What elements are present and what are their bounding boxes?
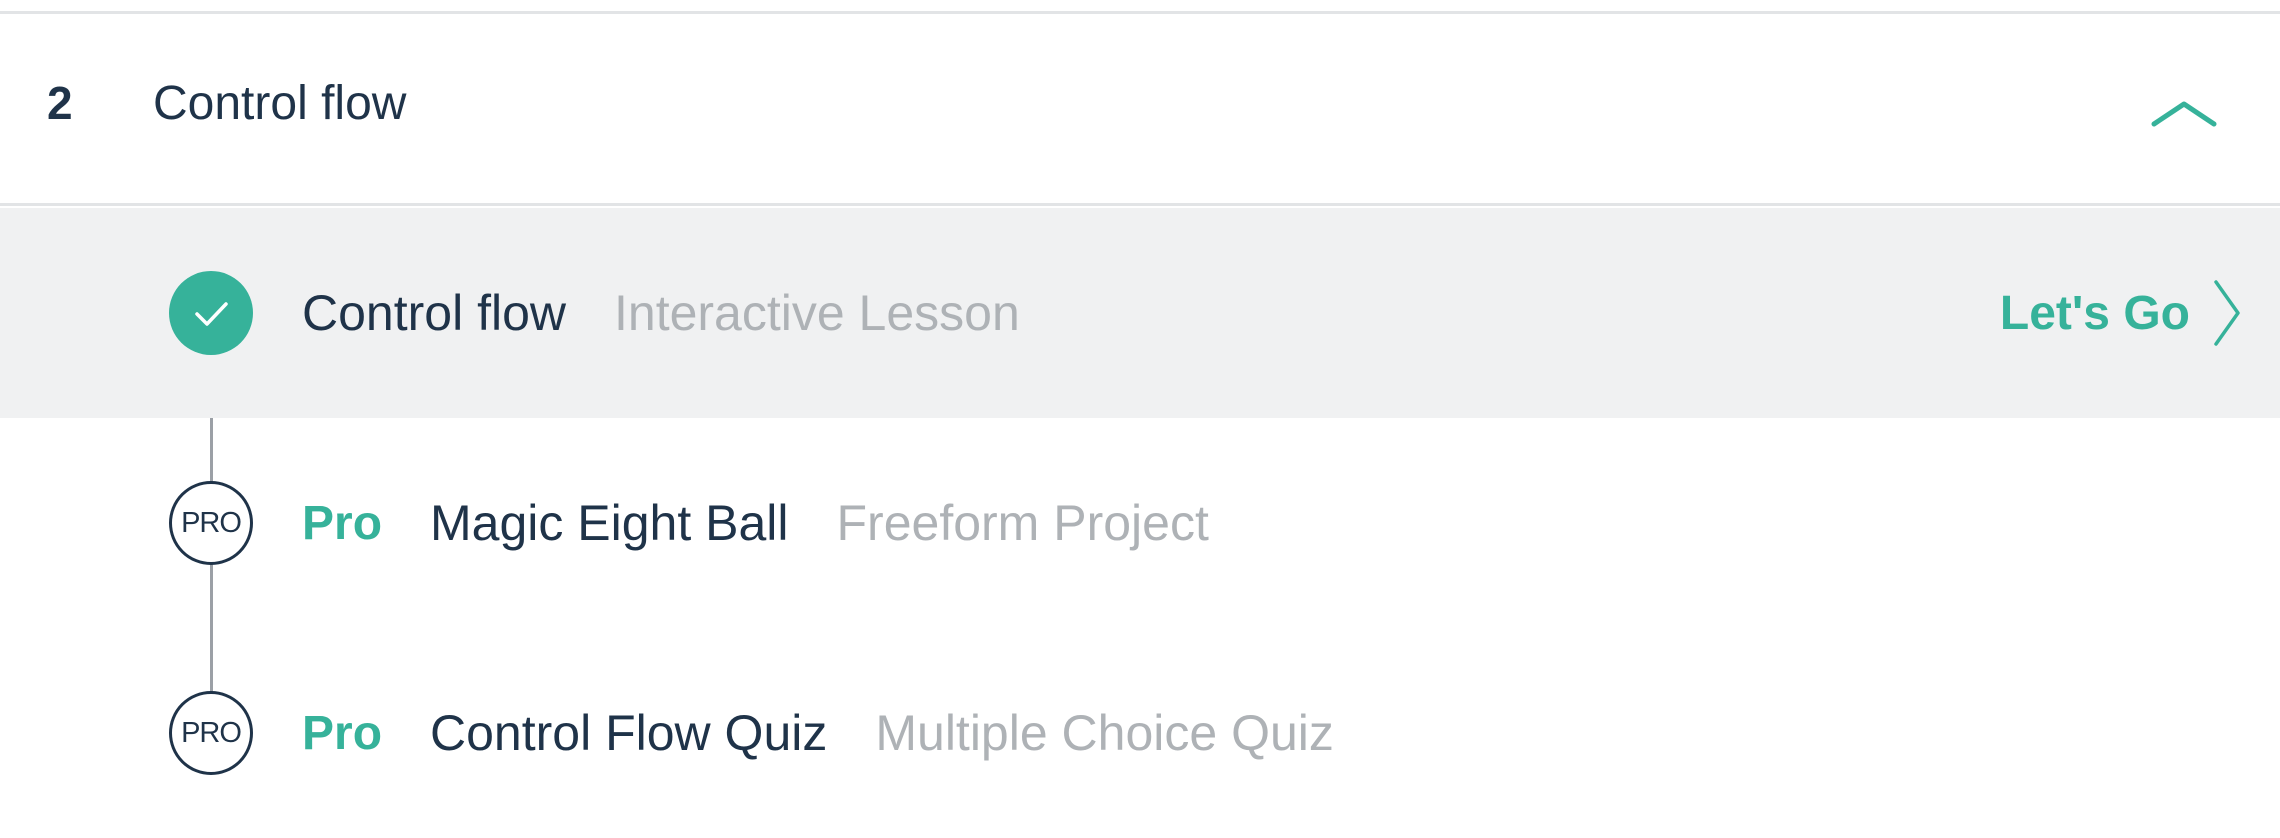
pro-status-icon: PRO: [169, 481, 253, 565]
list-item-magic-eight-ball[interactable]: PRO Pro Magic Eight Ball Freeform Projec…: [0, 418, 2280, 628]
section-header[interactable]: 2 Control flow: [0, 14, 2280, 206]
item-type: Multiple Choice Quiz: [875, 705, 1334, 761]
section-title: Control flow: [153, 77, 407, 130]
pro-status-icon: PRO: [169, 691, 253, 775]
item-type: Interactive Lesson: [614, 285, 1020, 341]
completed-status: [169, 271, 253, 355]
pro-badge: Pro: [302, 496, 383, 550]
item-title: Control Flow Quiz: [430, 705, 828, 761]
lets-go-label: Let's Go: [1999, 286, 2190, 340]
item-type: Freeform Project: [836, 495, 1209, 551]
lets-go-button[interactable]: Let's Go: [2000, 208, 2242, 418]
pro-badge: Pro: [302, 706, 383, 760]
section-number: 2: [47, 77, 73, 129]
list-item-control-flow-quiz[interactable]: PRO Pro Control Flow Quiz Multiple Choic…: [0, 628, 2280, 838]
item-title: Control flow: [302, 285, 566, 341]
list-item-control-flow[interactable]: Control flow Interactive Lesson Let's Go: [0, 208, 2280, 418]
chevron-up-icon[interactable]: [2148, 94, 2220, 134]
item-title: Magic Eight Ball: [430, 495, 789, 551]
chevron-right-icon: [2214, 280, 2240, 346]
checkmark-icon: [195, 302, 228, 326]
